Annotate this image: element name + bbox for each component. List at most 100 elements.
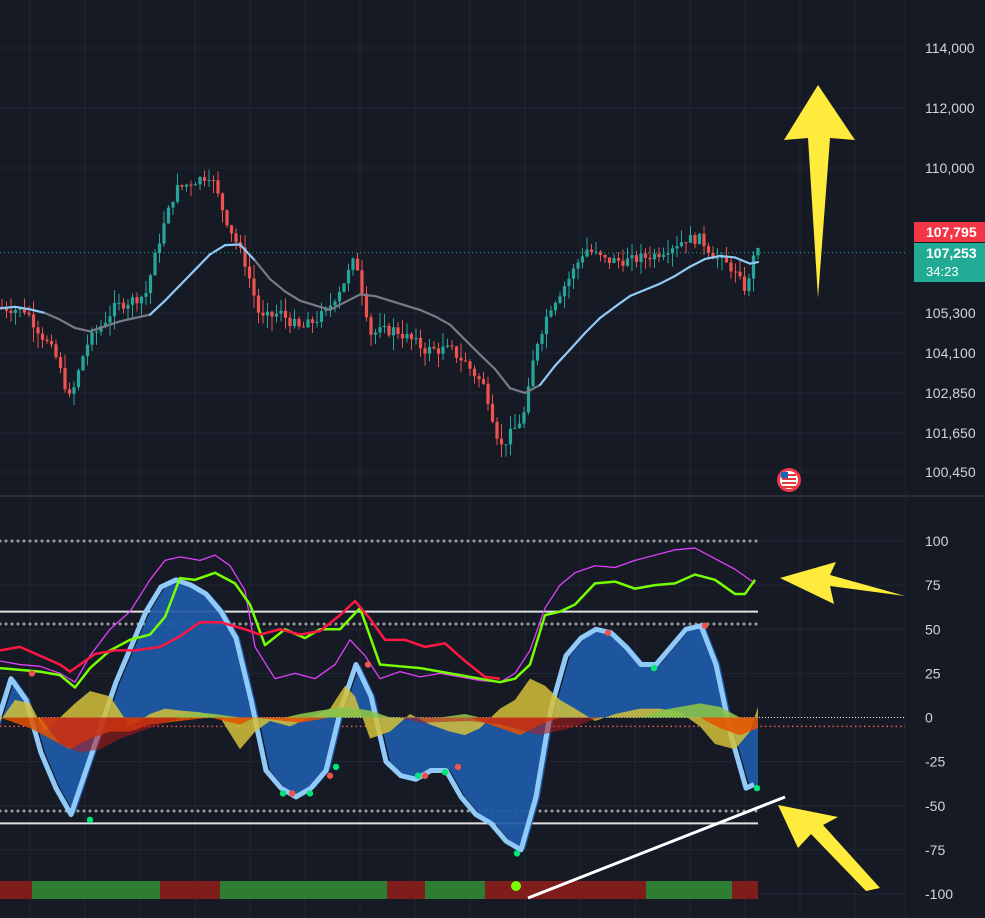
candle-body: [360, 270, 364, 294]
candle-body: [661, 254, 666, 257]
moving-average-segment: [553, 348, 572, 367]
signal-dot: [326, 772, 334, 779]
candle-body: [306, 319, 310, 328]
candle-body: [751, 255, 756, 279]
us-flag-icon[interactable]: [777, 468, 801, 492]
oscillator-tick-label: 25: [925, 665, 941, 681]
moving-average-segment: [268, 277, 287, 293]
signal-dot: [454, 763, 462, 771]
moving-average-segment: [223, 243, 242, 247]
oscillator-tick-label: -75: [925, 842, 945, 858]
candle-body: [747, 278, 751, 291]
oscillator-axis[interactable]: 100 75 50 25 0 -25 -50 -75 -100: [925, 533, 953, 902]
candle-body: [117, 302, 121, 304]
signal-dot: [701, 622, 709, 629]
candle-body: [63, 368, 67, 390]
candle-body: [171, 201, 175, 208]
candle-body: [625, 258, 630, 266]
candle-body: [373, 332, 378, 335]
moving-average-segment: [58, 318, 77, 330]
candle-body: [522, 412, 526, 424]
candle-body: [234, 233, 238, 243]
trading-chart[interactable]: 114,000 112,000 110,000 105,300 104,100 102,8…: [0, 0, 985, 918]
status-bar-segment: [32, 881, 160, 899]
candle-body: [702, 233, 706, 247]
moving-average-segment: [463, 338, 482, 356]
candle-body: [135, 297, 139, 304]
candle-body: [531, 360, 535, 387]
candle-body: [184, 184, 189, 187]
candle-body: [369, 317, 373, 335]
status-bar-segment: [732, 881, 758, 899]
candle-body: [193, 184, 198, 186]
left-arrow-annotation: [780, 562, 905, 604]
candle-body: [157, 243, 162, 254]
candle-body: [409, 333, 414, 340]
status-bar: [0, 881, 758, 899]
moving-average-segment: [673, 265, 692, 278]
candle-body: [391, 327, 396, 336]
candle-body: [549, 310, 553, 317]
candle-body: [436, 348, 441, 354]
candle-body: [418, 337, 423, 349]
candle-body: [652, 253, 657, 260]
candle-body: [445, 345, 450, 347]
candle-body: [697, 233, 702, 245]
chart-canvas[interactable]: 114,000 112,000 110,000 105,300 104,100 102,8…: [0, 0, 985, 918]
candle-body: [279, 310, 283, 314]
candle-body: [346, 269, 351, 284]
candle-body: [139, 296, 144, 304]
candle-body: [351, 258, 355, 270]
candle-body: [81, 356, 85, 371]
candle-body: [630, 255, 634, 259]
candle-body: [463, 360, 468, 362]
candle-body: [405, 333, 409, 339]
candle-body: [666, 253, 670, 255]
moving-average-segment: [718, 254, 737, 259]
candle-body: [148, 275, 153, 294]
moving-average-lines: [0, 243, 760, 395]
moving-average-segment: [358, 293, 377, 298]
candle-body: [342, 283, 346, 292]
candle-body: [315, 321, 319, 323]
candle-body: [387, 325, 391, 336]
countdown-tag: 34:23: [926, 264, 959, 279]
candle-body: [688, 234, 693, 243]
candle-body: [108, 316, 112, 323]
oscillator-pane[interactable]: [0, 539, 905, 899]
candle-body: [756, 247, 760, 256]
candle-body: [459, 357, 463, 361]
candle-body: [378, 327, 382, 333]
candle-body: [292, 318, 297, 327]
candle-body: [121, 302, 126, 309]
candle-body: [27, 312, 31, 315]
candle-body: [31, 314, 36, 328]
candle-body: [319, 311, 324, 322]
moving-average-segment: [298, 299, 317, 307]
candle-body: [535, 343, 540, 361]
candle-body: [297, 318, 301, 327]
candle-body: [733, 271, 738, 273]
moving-average-segment: [643, 282, 662, 291]
candle-body: [9, 310, 13, 313]
price-tags: 107,795 107,253 34:23: [914, 222, 985, 282]
moving-average-segment: [568, 331, 587, 351]
price-tick-label: 110,000: [925, 160, 975, 176]
candle-body: [54, 344, 58, 358]
price-tick-label: 105,300: [925, 305, 976, 321]
oscillator-tick-label: 50: [925, 621, 941, 637]
candle-body: [270, 311, 274, 317]
candle-body: [274, 313, 279, 317]
moving-average-segment: [613, 294, 632, 308]
last-high-tag: 107,795: [926, 224, 977, 240]
moving-average-segment: [478, 353, 497, 371]
candle-body: [220, 193, 225, 211]
oscillator-tick-label: -100: [925, 886, 953, 902]
signal-dot: [86, 816, 94, 824]
candle-body: [567, 278, 571, 287]
candle-body: [603, 255, 607, 258]
candle-body: [261, 312, 265, 316]
oscillator-tick-label: 0: [925, 710, 933, 726]
candle-body: [94, 331, 99, 333]
candle-body: [598, 251, 603, 256]
